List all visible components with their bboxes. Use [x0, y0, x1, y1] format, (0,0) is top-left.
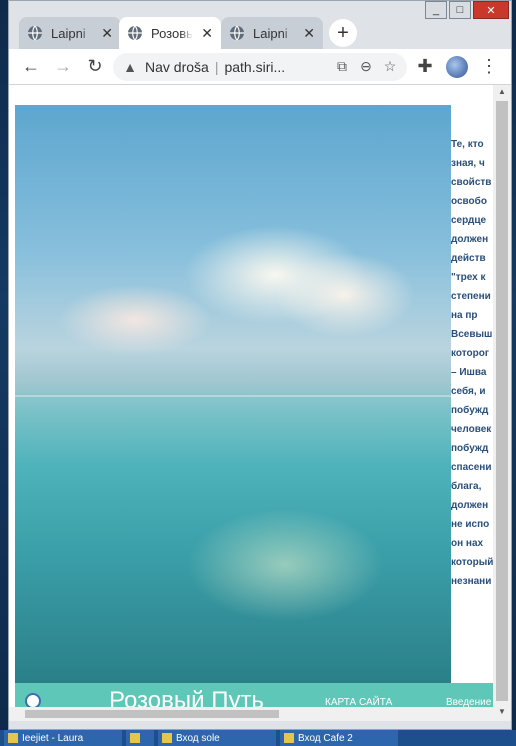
article-line: спасени	[451, 462, 492, 473]
new-tab-button[interactable]: +	[329, 19, 357, 47]
article-line: побужд	[451, 443, 489, 454]
tab-laipni-1[interactable]: Laipni ✕	[19, 17, 121, 49]
security-label[interactable]: Nav droša	[145, 59, 209, 75]
tab-close-icon[interactable]: ✕	[101, 25, 113, 42]
article-line: освобо	[451, 196, 487, 207]
extensions-puzzle-icon[interactable]: ✚	[411, 53, 439, 81]
article-line: степени	[451, 291, 491, 302]
reload-icon[interactable]: ↻	[81, 53, 109, 81]
horizontal-scrollbar[interactable]	[9, 707, 493, 721]
warning-icon[interactable]: ▲	[121, 59, 139, 75]
article-line: побужд	[451, 405, 489, 416]
back-arrow-icon[interactable]: ←	[17, 53, 45, 81]
article-line: зная, ч	[451, 158, 485, 169]
article-line: на пр	[451, 310, 478, 321]
tab-title: Laipni	[253, 25, 288, 41]
globe-icon	[230, 25, 244, 41]
zoom-icon[interactable]: ⊖	[357, 58, 375, 75]
article-line: сердце	[451, 215, 487, 226]
taskbar-item[interactable]	[126, 730, 154, 746]
article-line: он нах	[451, 538, 484, 549]
horizontal-scroll-thumb[interactable]	[25, 710, 279, 718]
tab-close-icon[interactable]: ✕	[201, 25, 213, 42]
taskbar-item[interactable]: Вход Cafe 2	[280, 730, 398, 746]
article-line: "трех к	[451, 272, 486, 283]
app-icon	[8, 733, 18, 743]
tab-strip: Laipni ✕ Розовы ✕ Laipni ✕ +	[9, 13, 511, 49]
folder-icon	[162, 733, 172, 743]
translate-icon[interactable]: ⧉	[333, 58, 351, 75]
globe-icon	[28, 25, 42, 41]
url-text[interactable]: path.siri...	[224, 59, 327, 75]
article-text: Те, кто зная, ч свойств освобо сердце до…	[451, 135, 493, 591]
tab-laipni-2[interactable]: Laipni ✕	[221, 17, 323, 49]
tab-close-icon[interactable]: ✕	[303, 25, 315, 42]
article-line: себя, и	[451, 386, 486, 397]
address-bar[interactable]: ▲ Nav droša | path.siri... ⧉ ⊖ ☆	[113, 52, 407, 81]
taskbar-item[interactable]: Ieejiet - Laura	[4, 730, 122, 746]
sea-sky-image	[15, 105, 451, 685]
taskbar-item[interactable]: Вход sole	[158, 730, 276, 746]
article-line: блага,	[451, 481, 482, 492]
article-line: человек	[451, 424, 492, 435]
tab-title: Laipni	[51, 25, 86, 41]
article-line: незнани	[451, 576, 492, 587]
article-line: Всевыш	[451, 329, 493, 340]
tab-rozovy-put[interactable]: Розовы ✕	[119, 17, 221, 49]
article-line: действ	[451, 253, 486, 264]
site-footer-bar: Розовый Путь КАРТА САЙТА Введение	[15, 683, 493, 710]
article-line: которог	[451, 348, 489, 359]
forward-arrow-icon[interactable]: →	[49, 53, 77, 81]
scroll-up-arrow-icon[interactable]: ▲	[497, 87, 507, 96]
tab-title: Розовы	[151, 25, 194, 41]
page-viewport: Те, кто зная, ч свойств освобо сердце до…	[9, 85, 511, 721]
article-line: Те, кто	[451, 139, 484, 150]
browser-toolbar: ← → ↻ ▲ Nav droša | path.siri... ⧉ ⊖ ☆ ✚…	[9, 49, 511, 85]
article-line: должен	[451, 500, 489, 511]
article-line: свойств	[451, 177, 492, 188]
address-separator: |	[214, 58, 219, 75]
article-line: должен	[451, 234, 489, 245]
article-line: – Ишва	[451, 367, 487, 378]
vertical-scroll-thumb[interactable]	[496, 101, 508, 701]
globe-icon	[128, 25, 142, 41]
menu-dots-icon[interactable]: ⋮	[475, 53, 503, 81]
word-icon	[284, 733, 294, 743]
avatar	[446, 55, 468, 78]
horizon-line	[15, 395, 451, 397]
vertical-scrollbar[interactable]: ▲ ▼	[493, 85, 511, 721]
bookmark-star-icon[interactable]: ☆	[381, 58, 399, 75]
scroll-down-arrow-icon[interactable]: ▼	[497, 707, 507, 716]
taskbar: Ieejiet - Laura Вход sole Вход Cafe 2	[0, 730, 516, 746]
article-line: не испо	[451, 519, 490, 530]
article-line: который	[451, 557, 493, 568]
profile-avatar[interactable]	[443, 53, 471, 81]
app-icon	[130, 733, 140, 743]
web-page: Те, кто зная, ч свойств освобо сердце до…	[15, 105, 493, 710]
browser-window: _ □ ✕ Laipni ✕ Розовы ✕ Laipni ✕ + ← → ↻…	[8, 0, 512, 730]
